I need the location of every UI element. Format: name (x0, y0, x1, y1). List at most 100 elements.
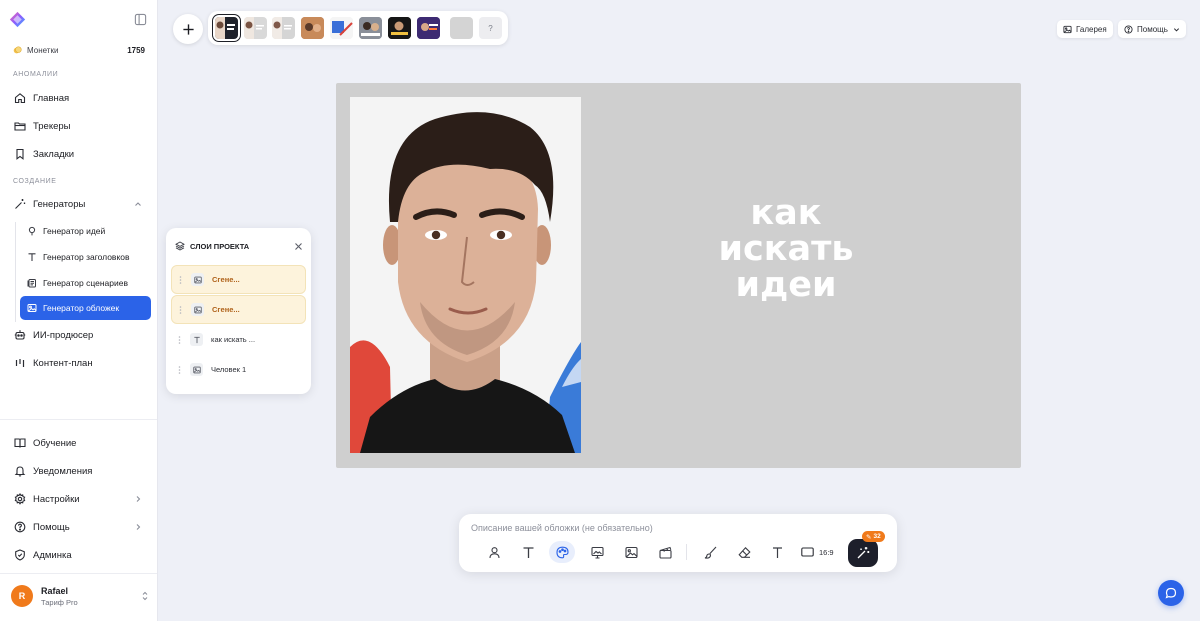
palette-icon (555, 546, 569, 558)
sidebar-item-help[interactable]: Помощь (8, 515, 150, 539)
drag-handle-icon[interactable] (177, 335, 182, 345)
magic-wand-icon (15, 199, 26, 209)
layer-label: Человек 1 (211, 365, 247, 374)
add-text-tool-button[interactable] (764, 541, 790, 563)
text-layer-icon (190, 333, 203, 346)
sidebar-item-script-generator[interactable]: Генератор сценариев (20, 271, 151, 295)
sidebar-item-admin[interactable]: Админка (8, 543, 150, 567)
sidebar-item-label: Генератор идей (43, 226, 106, 236)
sidebar-item-home[interactable]: Главная (8, 86, 150, 110)
drag-handle-icon[interactable] (178, 305, 183, 315)
gear-icon (14, 493, 26, 505)
support-chat-button[interactable] (1158, 580, 1184, 606)
chevron-updown-icon[interactable] (141, 591, 149, 601)
drag-handle-icon[interactable] (178, 275, 183, 285)
project-thumbnail[interactable] (244, 17, 267, 39)
project-thumbnail[interactable] (301, 17, 324, 39)
sidebar-item-trackers[interactable]: Трекеры (8, 114, 150, 138)
gallery-icon (1063, 25, 1072, 33)
sidebar-item-content-plan[interactable]: Контент-план (8, 351, 150, 375)
drag-handle-icon[interactable] (177, 365, 182, 375)
coins-label: Монетки (27, 45, 59, 55)
scene-tool-button[interactable] (652, 541, 678, 563)
sidebar-item-label: Трекеры (33, 120, 71, 132)
sidebar-item-label: Генераторы (33, 198, 86, 210)
layer-item[interactable]: Сгене... (171, 295, 306, 324)
text-icon (772, 546, 782, 558)
project-thumbnail[interactable] (330, 17, 353, 39)
app-logo-icon[interactable] (9, 11, 26, 28)
content-plan-icon (15, 359, 25, 367)
sidebar-divider (0, 419, 157, 420)
add-project-button[interactable] (173, 14, 203, 44)
sidebar-item-label: Контент-план (33, 357, 93, 369)
layer-item[interactable]: как искать ... (171, 325, 306, 354)
sidebar-item-bookmarks[interactable]: Закладки (8, 142, 150, 166)
sidebar-item-ai-producer[interactable]: ИИ-продюсер (8, 323, 150, 347)
eraser-tool-button[interactable] (731, 541, 757, 563)
chevron-right-icon (136, 524, 141, 530)
sidebar-item-idea-generator[interactable]: Генератор идей (20, 219, 151, 243)
plus-icon (182, 23, 194, 35)
project-thumbnail[interactable] (388, 17, 411, 39)
user-name: Rafael (41, 585, 69, 596)
cover-canvas[interactable]: как искать идеи (336, 83, 1021, 468)
sidebar-item-label: Закладки (33, 148, 75, 160)
project-thumbnail[interactable] (450, 17, 473, 39)
generate-button[interactable] (848, 539, 878, 567)
sidebar-item-generators[interactable]: Генераторы (8, 192, 150, 216)
project-thumbnail[interactable] (417, 17, 440, 39)
coins-value: 1759 (127, 45, 145, 55)
sidebar-item-label: Помощь (33, 521, 70, 533)
person-photo-layer[interactable] (350, 97, 581, 453)
aspect-ratio-selector[interactable]: 16:9 (801, 543, 834, 561)
cover-composer: 16:9 ✎ 32 (459, 514, 897, 572)
sidebar-item-notifications[interactable]: Уведомления (8, 459, 150, 483)
gallery-button[interactable]: Галерея (1057, 20, 1113, 38)
sidebar-item-label: Уведомления (33, 465, 93, 477)
image-layer-icon (190, 363, 203, 376)
style-tool-button[interactable] (549, 541, 575, 563)
book-icon (14, 438, 26, 448)
image-icon (27, 304, 37, 312)
screen-tool-button[interactable] (584, 541, 610, 563)
project-thumbnails-bar: ? (208, 11, 508, 45)
sidebar-item-learning[interactable]: Обучение (8, 431, 150, 455)
chevron-up-icon[interactable] (134, 200, 142, 208)
cover-headline-layer[interactable]: как искать идеи (686, 195, 886, 303)
home-icon (14, 93, 26, 104)
text-icon (28, 253, 36, 261)
image-layer-icon (191, 303, 204, 316)
layers-panel: СЛОИ ПРОЕКТА Сгене... Сгене... как искат… (166, 228, 311, 394)
avatar: R (11, 585, 33, 607)
robot-icon (14, 330, 26, 340)
sidebar: Монетки 1759 АНОМАЛИИ Главная Трекеры За… (0, 0, 158, 621)
help-thumbnail-button[interactable]: ? (479, 17, 502, 39)
cover-description-input[interactable] (471, 522, 871, 534)
close-icon[interactable] (294, 242, 303, 251)
user-menu[interactable]: R Rafael Тариф Pro (11, 584, 149, 608)
layer-item[interactable]: Сгене... (171, 265, 306, 294)
coin-icon: ✎ (866, 533, 872, 541)
text-tool-button[interactable] (515, 541, 541, 563)
layer-item[interactable]: Человек 1 (171, 355, 306, 384)
sidebar-item-title-generator[interactable]: Генератор заголовков (20, 245, 151, 269)
sidebar-item-label: ИИ-продюсер (33, 329, 94, 341)
section-creation-label: СОЗДАНИЕ (13, 178, 57, 185)
project-thumbnail[interactable] (272, 17, 295, 39)
project-thumbnail[interactable] (359, 17, 382, 39)
sidebar-item-settings[interactable]: Настройки (8, 487, 150, 511)
sidebar-item-cover-generator[interactable]: Генератор обложек (20, 296, 151, 320)
help-button[interactable]: Помощь (1118, 20, 1186, 38)
person-tool-button[interactable] (481, 541, 507, 563)
image-tool-button[interactable] (618, 541, 644, 563)
sidebar-item-label: Настройки (33, 493, 80, 505)
layers-icon (175, 241, 185, 251)
brush-tool-button[interactable] (697, 541, 723, 563)
layer-label: как искать ... (211, 335, 256, 344)
collapse-sidebar-icon[interactable] (134, 13, 147, 26)
chat-bubble-icon (1165, 587, 1177, 599)
project-thumbnail[interactable] (213, 15, 240, 41)
user-plan: Тариф Pro (41, 597, 78, 607)
section-anomalies-label: АНОМАЛИИ (13, 71, 59, 78)
